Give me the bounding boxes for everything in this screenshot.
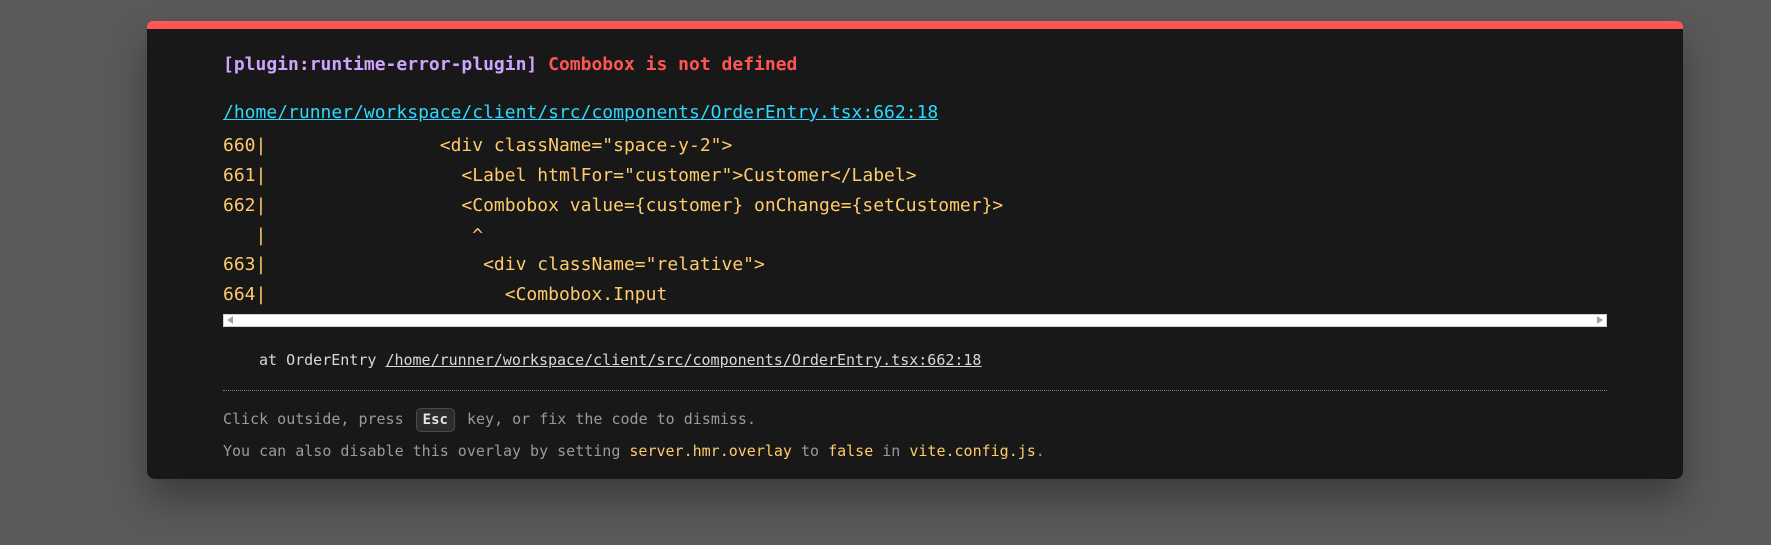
- stack-trace: at OrderEntry /home/runner/workspace/cli…: [259, 351, 981, 369]
- tip-text: in: [882, 442, 901, 460]
- code-line: 661| <Label htmlFor="customer">Customer<…: [223, 165, 917, 186]
- plugin-tag: [plugin:runtime-error-plugin]: [223, 54, 538, 75]
- scroll-right-arrow-icon[interactable]: [1597, 316, 1603, 324]
- scroll-left-arrow-icon[interactable]: [227, 316, 233, 324]
- config-file: vite.config.js: [909, 442, 1036, 460]
- config-key: server.hmr.overlay: [629, 442, 792, 460]
- divider: [223, 390, 1607, 391]
- code-frame: 660| <div className="space-y-2"> 661| <L…: [223, 131, 1607, 310]
- tip-text: .: [1035, 442, 1045, 460]
- error-message: Combobox is not defined: [548, 54, 798, 75]
- disable-overlay-tip: You can also disable this overlay by set…: [223, 442, 1045, 460]
- code-line: 664| <Combobox.Input: [223, 284, 668, 305]
- error-file-link[interactable]: /home/runner/workspace/client/src/compon…: [223, 102, 938, 123]
- tip-text: key, or fix the code to dismiss.: [466, 410, 756, 428]
- code-line: 663| <div className="relative">: [223, 254, 765, 275]
- config-value: false: [828, 442, 874, 460]
- tip-text: You can also disable this overlay by set…: [223, 442, 621, 460]
- code-line: 662| <Combobox value={customer} onChange…: [223, 195, 1004, 216]
- stack-file-link[interactable]: /home/runner/workspace/client/src/compon…: [385, 351, 981, 369]
- horizontal-scrollbar[interactable]: [223, 314, 1607, 327]
- code-line: 660| <div className="space-y-2">: [223, 135, 733, 156]
- tip-text: Click outside, press: [223, 410, 404, 428]
- tip-text: to: [800, 442, 820, 460]
- error-overlay-window: [plugin:runtime-error-plugin] Combobox i…: [147, 21, 1683, 479]
- esc-key-badge: Esc: [415, 408, 455, 432]
- dismiss-tip: Click outside, press Esc key, or fix the…: [223, 408, 756, 432]
- error-message-line: [plugin:runtime-error-plugin] Combobox i…: [223, 54, 797, 75]
- code-caret-line: | ^: [223, 225, 484, 246]
- stack-prefix: at OrderEntry: [259, 351, 377, 369]
